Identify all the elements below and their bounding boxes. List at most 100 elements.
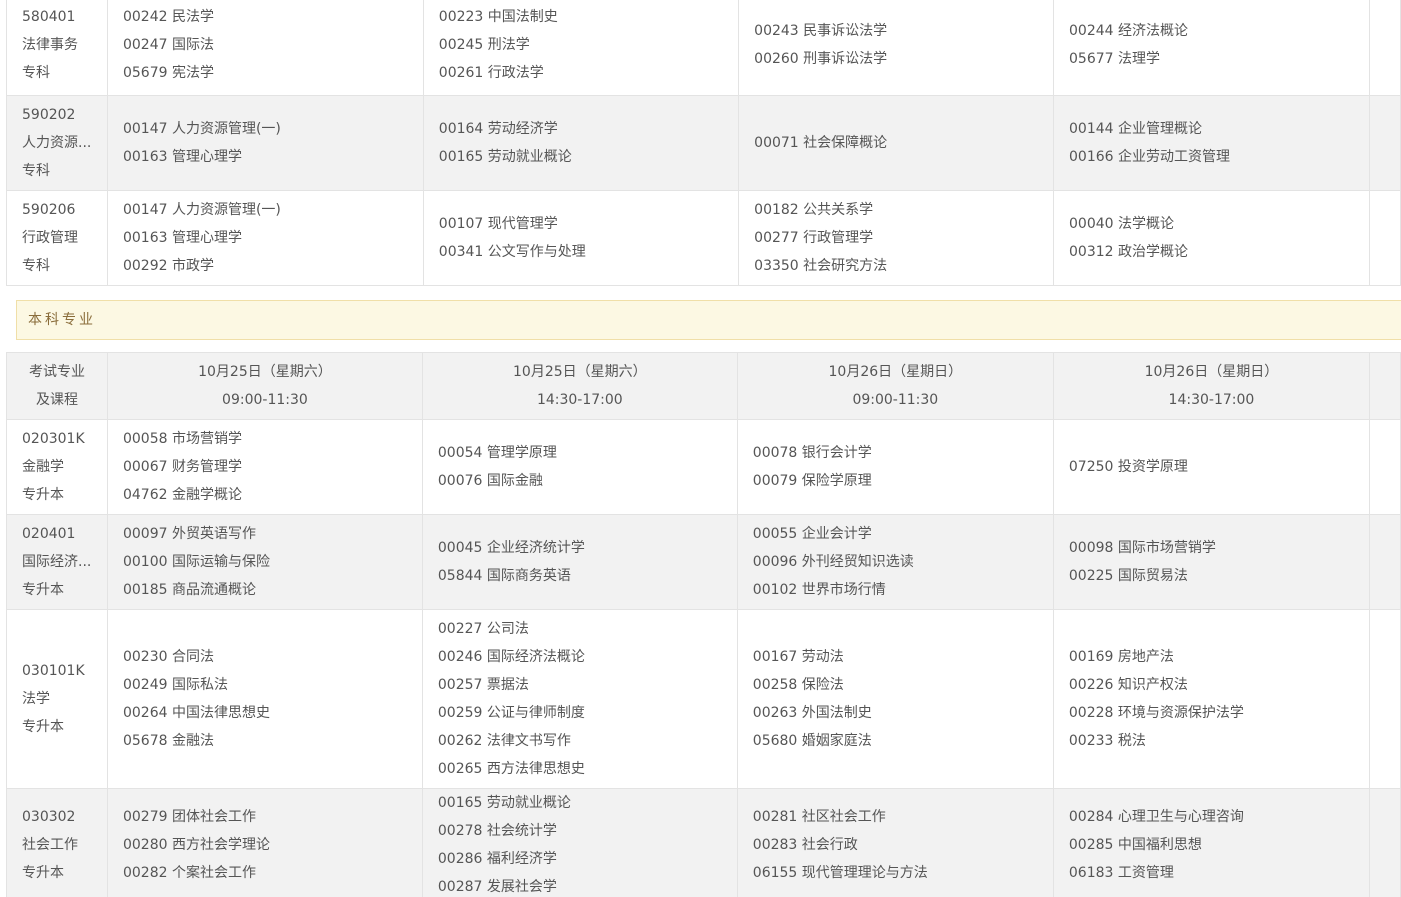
header-date: 10月25日（星期六） [198, 364, 332, 380]
course-item: 00163 管理心理学 [122, 230, 242, 246]
course-item: 00058 市场营销学 [122, 431, 242, 447]
course-item: 00045 企业经济统计学 [437, 540, 585, 556]
course-item: 05677 法理学 [1069, 51, 1161, 67]
course-item: 00107 现代管理学 [438, 216, 558, 232]
course-item: 05679 宪法学 [122, 65, 214, 81]
course-item: 00079 保险学原理 [752, 473, 872, 489]
course-cell: 00078 银行会计学 00079 保险学原理 [736, 419, 1054, 515]
course-item: 00233 税法 [1068, 733, 1146, 749]
course-item: 00167 劳动法 [752, 649, 844, 665]
course-item: 00249 国际私法 [122, 677, 228, 693]
major-cell: 030101K 法学专升本 [6, 609, 108, 789]
course-item: 00166 企业劳动工资管理 [1069, 149, 1231, 165]
course-item: 00225 国际贸易法 [1068, 568, 1188, 584]
major-level: 专升本 [22, 719, 64, 735]
course-item: 00164 劳动经济学 [438, 121, 558, 137]
course-item: 00165 劳动就业概论 [438, 149, 572, 165]
major-code: 580401 [22, 9, 76, 25]
header-major-line2: 及课程 [35, 392, 78, 408]
course-cell: 00144 企业管理概论 00166 企业劳动工资管理 [1053, 95, 1370, 191]
course-item: 00223 中国法制史 [438, 9, 558, 25]
course-cell: 00227 公司法 00246 国际经济法概论 00257 票据法 00259 公证与… [421, 609, 738, 789]
course-item: 00264 中国法律思想史 [122, 705, 270, 721]
course-cell: 00284 心理卫生与心理咨询 00285 中国福利思想 06183 工资管理 [1052, 788, 1370, 897]
major-name: 人力资源... [22, 135, 92, 151]
header-time: 09:00-11:30 [852, 392, 939, 408]
major-name: 金融学 [22, 459, 64, 475]
major-cell: 030302 社会工作 专升本 [6, 788, 108, 897]
course-item: 07250 投资学原理 [1068, 459, 1188, 475]
row-overflow-edge [1368, 609, 1401, 789]
table-row: 020401 国际经济... 专升本 00097 外贸英语写作 00100 国际运输与保… [6, 514, 1401, 610]
header-time: 09:00-11:30 [222, 392, 308, 408]
major-code: 030101K [22, 663, 85, 679]
course-cell: 00230 合同法 00249 国际私法 00264 中国法律思想史 05678 金融… [106, 609, 423, 789]
major-code: 030302 [22, 809, 76, 825]
course-item: 00102 世界市场行情 [752, 582, 886, 598]
course-cell: 00167 劳动法 00258 保险法 00263 外国法制史 05680 婚姻家庭法 [736, 609, 1054, 789]
course-item: 00242 民法学 [122, 9, 214, 25]
course-item: 00182 公共关系学 [754, 202, 874, 218]
course-cell: 00097 外贸英语写作 00100 国际运输与保险 00185 商品流通概论 [106, 514, 423, 610]
header-overflow-edge [1368, 352, 1401, 420]
course-item: 00227 公司法 [437, 621, 529, 637]
row-overflow-edge [1368, 788, 1401, 897]
course-item: 00246 国际经济法概论 [437, 649, 585, 665]
course-item: 00098 国际市场营销学 [1068, 540, 1216, 556]
course-cell: 00242 民法学 00247 国际法 05679 宪法学 [106, 0, 424, 96]
major-name: 国际经济... [22, 554, 92, 570]
course-cell: 00098 国际市场营销学 00225 国际贸易法 [1052, 514, 1370, 610]
table-row: 590206 行政管理 专科 00147 人力资源管理(一) 00163 管理心理学 00… [6, 190, 1401, 286]
major-name: 法律事务 [22, 37, 78, 53]
header-session-4: 10月26日（星期日） 14:30-17:00 [1052, 352, 1370, 420]
course-item: 00230 合同法 [122, 649, 214, 665]
major-level: 专升本 [22, 582, 64, 598]
table-row: 580401 法律事务 专科 00242 民法学 00247 国际法 05679 宪法学 0… [6, 0, 1401, 96]
major-name: 法学 [22, 691, 50, 707]
course-cell: 00045 企业经济统计学 05844 国际商务英语 [421, 514, 738, 610]
major-cell: 590206 行政管理 专科 [6, 190, 108, 286]
section-title: 本科专业 [28, 312, 96, 328]
course-cell: 00182 公共关系学 00277 行政管理学 03350 社会研究方法 [738, 190, 1055, 286]
course-item: 00263 外国法制史 [752, 705, 872, 721]
course-item: 03350 社会研究方法 [754, 258, 888, 274]
row-overflow-edge [1368, 0, 1401, 96]
course-item: 00067 财务管理学 [122, 459, 242, 475]
course-item: 00259 公证与律师制度 [437, 705, 585, 721]
course-cell: 07250 投资学原理 [1052, 419, 1370, 515]
course-cell: 00147 人力资源管理(一) 00163 管理心理学 [106, 95, 424, 191]
table-row: 030302 社会工作 专升本 00279 团体社会工作 00280 西方社会学理论 00… [6, 788, 1401, 897]
major-level: 专科 [22, 65, 50, 81]
major-code: 020301K [22, 431, 85, 447]
course-item: 05678 金融法 [122, 733, 214, 749]
course-item: 00247 国际法 [122, 37, 214, 53]
exam-schedule-page: 580401 法律事务 专科 00242 民法学 00247 国际法 05679 宪法学 0… [0, 0, 1401, 897]
course-item: 06155 现代管理理论与方法 [752, 865, 928, 881]
course-item: 00244 经济法概论 [1069, 23, 1189, 39]
course-item: 00243 民事诉讼法学 [754, 23, 888, 39]
course-item: 00078 银行会计学 [752, 445, 872, 461]
course-cell: 00071 社会保障概论 [738, 95, 1055, 191]
course-item: 00312 政治学概论 [1069, 244, 1189, 260]
course-item: 00286 福利经济学 [437, 851, 557, 867]
major-name: 行政管理 [22, 230, 78, 246]
row-overflow-edge [1368, 419, 1401, 515]
course-cell: 00244 经济法概论 05677 法理学 [1053, 0, 1370, 96]
course-item: 00285 中国福利思想 [1068, 837, 1202, 853]
course-cell: 00164 劳动经济学 00165 劳动就业概论 [422, 95, 740, 191]
course-cell: 00054 管理学原理 00076 国际金融 [421, 419, 738, 515]
course-item: 00071 社会保障概论 [754, 135, 888, 151]
course-cell: 00107 现代管理学 00341 公文写作与处理 [422, 190, 740, 286]
course-item: 00040 法学概论 [1069, 216, 1175, 232]
course-item: 00282 个案社会工作 [122, 865, 256, 881]
course-item: 00226 知识产权法 [1068, 677, 1188, 693]
row-overflow-edge [1368, 514, 1401, 610]
course-cell: 00243 民事诉讼法学 00260 刑事诉讼法学 [738, 0, 1055, 96]
course-item: 05844 国际商务英语 [437, 568, 571, 584]
course-item: 00279 团体社会工作 [122, 809, 256, 825]
course-item: 00284 心理卫生与心理咨询 [1068, 809, 1244, 825]
major-cell: 020401 国际经济... 专升本 [6, 514, 108, 610]
header-time: 14:30-17:00 [536, 392, 623, 408]
table-row: 590202 人力资源... 专科 00147 人力资源管理(一) 00163 管理心理… [6, 95, 1401, 191]
major-cell: 580401 法律事务专科 [6, 0, 108, 96]
